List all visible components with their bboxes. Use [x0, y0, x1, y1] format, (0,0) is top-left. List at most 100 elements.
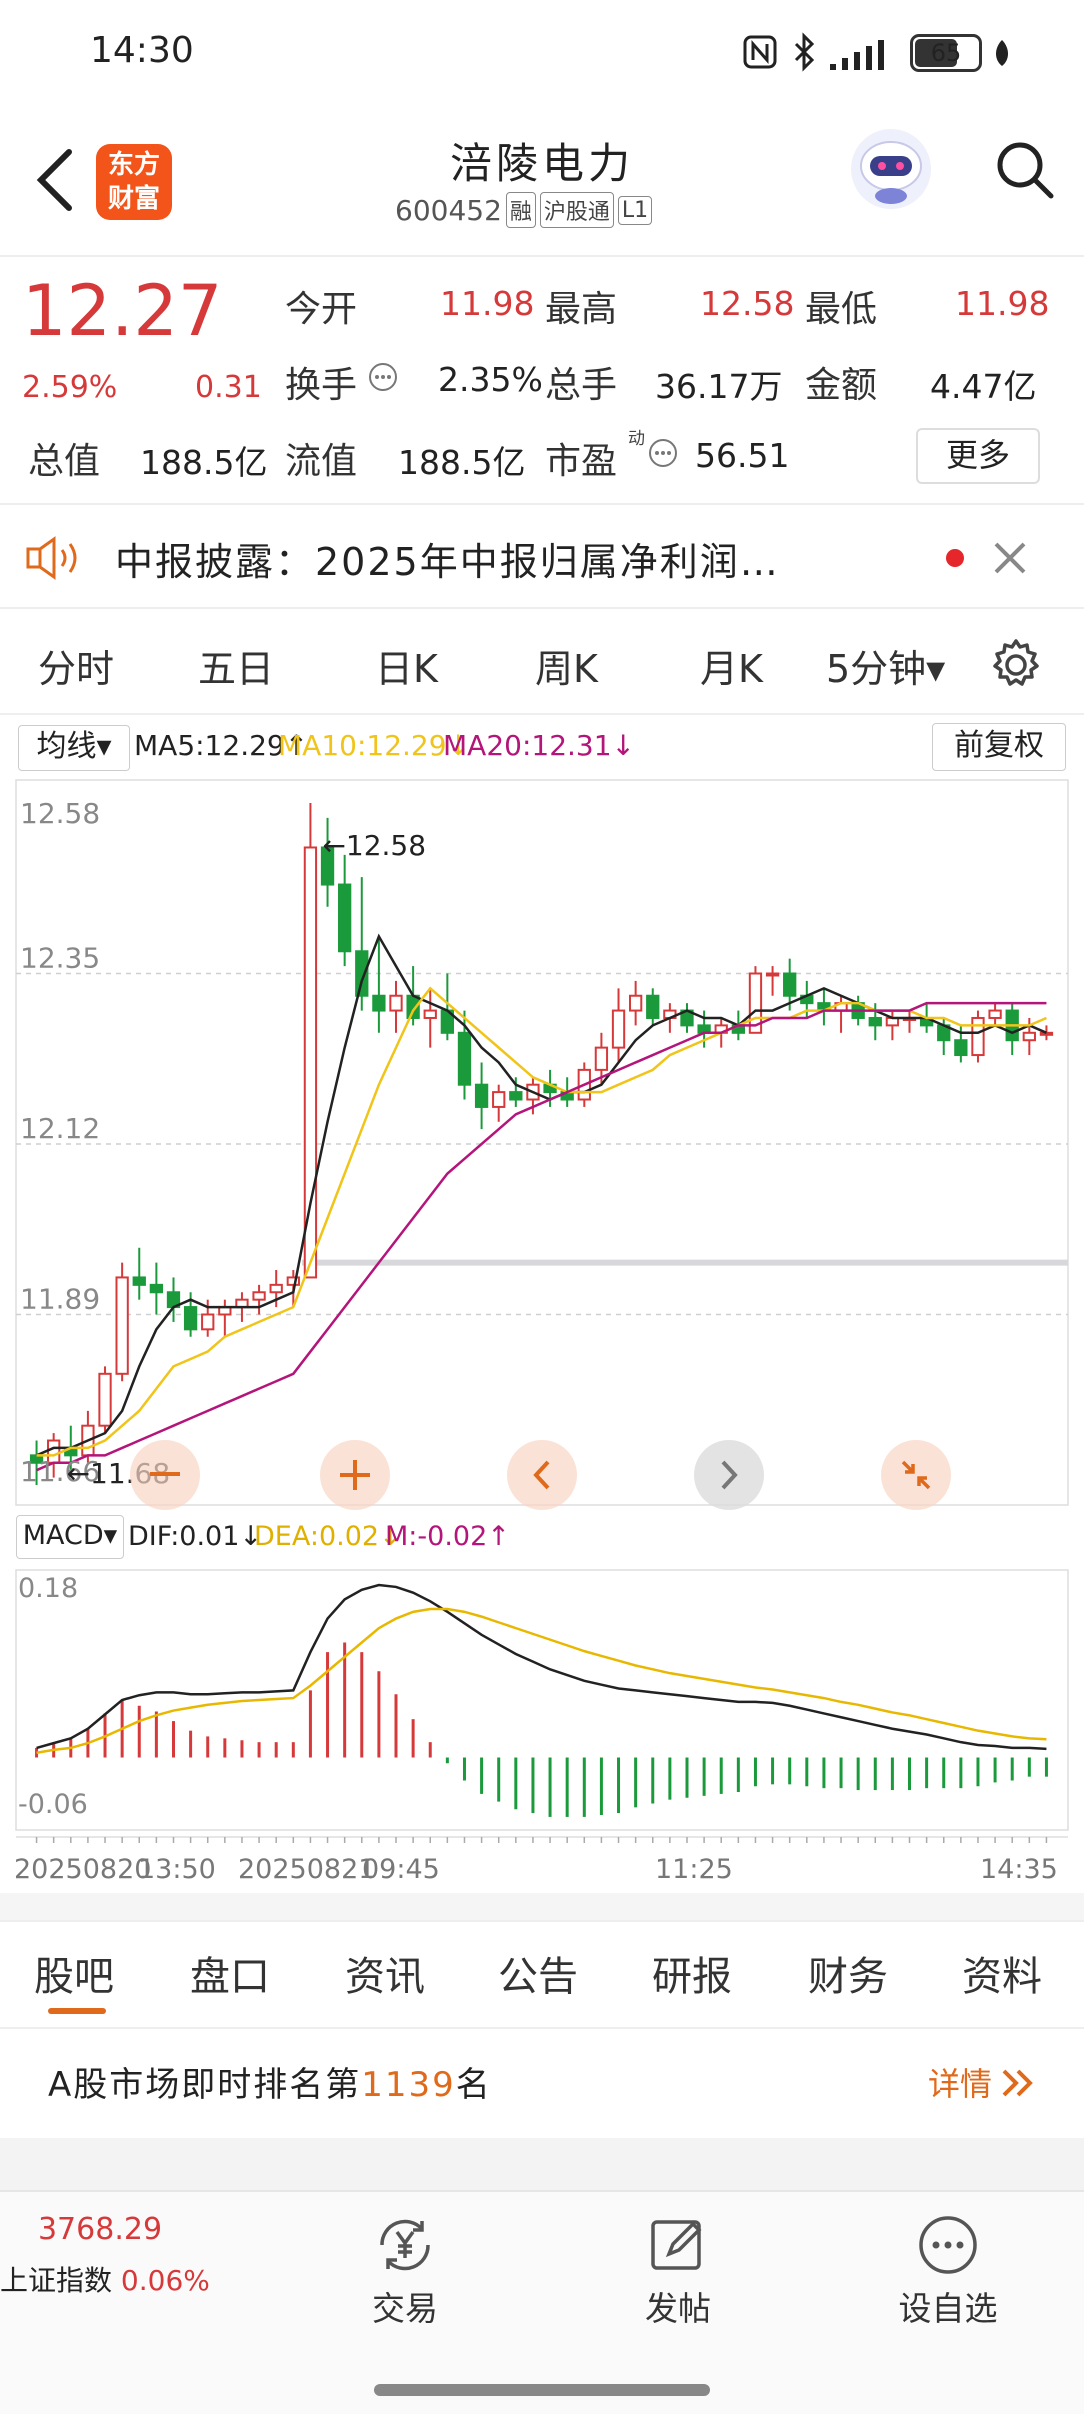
rank-row[interactable]: A股市场即时排名第1139名 详情: [0, 2027, 1084, 2137]
info-dots-icon[interactable]: [368, 362, 398, 392]
mktcap-label: 总值: [28, 441, 101, 482]
candle: [1005, 1003, 1019, 1056]
kline-chart[interactable]: 12.5812.3512.1211.8911.66←12.58←11.68 0.…: [0, 715, 1084, 1920]
candle-body: [98, 1372, 112, 1427]
macd-frame: [15, 1569, 1069, 1831]
x-tick-label: 11:25: [655, 1854, 733, 1885]
ma20-line: [36, 1001, 1047, 1472]
x-tick-label: 14:35: [980, 1854, 1058, 1885]
tab-week-k[interactable]: 周K: [535, 638, 598, 693]
index-change: 0.06%: [120, 2264, 210, 2297]
collapse-button[interactable]: [881, 1440, 951, 1510]
nav-trade[interactable]: 交易: [305, 2212, 505, 2330]
scroll-left-button[interactable]: [507, 1440, 577, 1510]
turnover-label: 换手: [285, 365, 358, 406]
dea-line: [36, 1607, 1047, 1754]
content-tabs: 股吧 盘口 资讯 公告 研报 财务 资料: [0, 1920, 1084, 2029]
zoom-in-button[interactable]: [320, 1440, 390, 1510]
signal-icon: [828, 36, 898, 72]
candle-body: [765, 972, 780, 977]
edit-icon: [651, 2220, 702, 2270]
candle-body: [372, 994, 386, 1012]
more-button[interactable]: 更多: [916, 428, 1040, 484]
bottom-nav: 3768.29 上证指数 0.06% 交易 发帖 设自选: [0, 2190, 1084, 2414]
chart-settings-button[interactable]: [985, 634, 1047, 696]
stock-code: 600452: [395, 193, 502, 227]
candle: [372, 936, 386, 1033]
tag-margin: 融: [505, 192, 536, 228]
candle: [817, 988, 831, 1026]
nav-post[interactable]: 发帖: [578, 2212, 778, 2330]
candle-body: [115, 1276, 129, 1375]
battery-level: 65: [930, 39, 962, 67]
dif-line: [36, 1583, 1047, 1751]
battery-icon: 65: [910, 34, 982, 72]
high-value: 12.58: [700, 284, 795, 323]
tag-connect: 沪股通: [539, 192, 614, 228]
m-legend: M:-0.02↑: [385, 1521, 510, 1552]
pe-sup: 动: [628, 429, 645, 449]
chevron-right-icon: [721, 1460, 738, 1490]
search-button[interactable]: [985, 130, 1065, 210]
tab-profile[interactable]: 资料: [962, 1944, 1042, 2002]
period-tabs: 分时 五日 日K 周K 月K 5分钟▾: [0, 608, 1084, 715]
pe-value: 56.51: [695, 436, 790, 475]
search-icon: [997, 142, 1054, 199]
chart-bottom-band: [0, 1893, 1084, 1920]
candle-body: [611, 1009, 626, 1049]
tab-announcements[interactable]: 公告: [498, 1944, 578, 2002]
kline-frame: [15, 779, 1069, 1506]
candle-body: [509, 1091, 523, 1101]
high-label: 最高: [545, 289, 618, 330]
candle-body: [338, 883, 352, 953]
notice-bar[interactable]: 中报披露：2025年中报归属净利润…: [0, 505, 1084, 609]
tab-pankou[interactable]: 盘口: [190, 1944, 270, 2002]
speaker-icon: [24, 535, 84, 581]
change-abs: 0.31: [195, 370, 262, 405]
macd-tick-label: -0.06: [18, 1789, 88, 1820]
candle: [98, 1366, 112, 1434]
active-tab-indicator: [48, 2008, 106, 2014]
unread-dot: [946, 549, 964, 567]
stock-code-row: 600452 融 沪股通 L1: [395, 188, 695, 232]
nfc-icon: [742, 34, 778, 70]
bluetooth-icon: [790, 32, 820, 72]
nav-watchlist[interactable]: 设自选: [848, 2212, 1048, 2330]
candle-body: [149, 1283, 164, 1294]
tab-day-k[interactable]: 日K: [375, 638, 438, 693]
tab-5min[interactable]: 5分钟▾: [826, 638, 945, 693]
status-bar: 14:30 65: [0, 0, 1084, 110]
index-ticker[interactable]: 3768.29 上证指数 0.06%: [0, 2212, 210, 2299]
candle-body: [252, 1291, 266, 1301]
scroll-right-button[interactable]: [694, 1440, 764, 1510]
tab-five-day[interactable]: 五日: [198, 638, 274, 693]
candle: [338, 854, 352, 967]
plus-icon: [340, 1460, 370, 1490]
nav-watchlist-label: 设自选: [898, 2289, 998, 2328]
macd-selector[interactable]: MACD▾: [16, 1515, 124, 1559]
quote-panel: 12.27 2.59% 0.31 今开 11.98 最高 12.58 最低 11…: [0, 258, 1084, 505]
tab-finance[interactable]: 财务: [808, 1944, 888, 2002]
minus-icon: [150, 1472, 180, 1476]
volume-value: 36.17万: [655, 367, 783, 406]
more-dots-icon: [919, 2216, 977, 2274]
pe-info-icon[interactable]: [648, 438, 678, 468]
candle: [149, 1262, 164, 1315]
candle-body: [594, 1046, 609, 1071]
dea-legend: DEA:0.02↓: [254, 1521, 402, 1552]
tab-month-k[interactable]: 月K: [700, 638, 763, 693]
rank-detail-link[interactable]: 详情: [928, 2059, 992, 2105]
robot-assistant-icon[interactable]: [848, 126, 934, 212]
candle-body: [286, 1276, 300, 1286]
tab-news[interactable]: 资讯: [345, 1944, 425, 2002]
status-time: 14:30: [90, 30, 194, 71]
tab-timeshare[interactable]: 分时: [38, 638, 114, 693]
close-notice-button[interactable]: [985, 533, 1035, 583]
tab-research[interactable]: 研报: [652, 1944, 732, 2002]
candle-body: [1039, 1031, 1054, 1036]
candle-body: [988, 1009, 1002, 1019]
low-label: 最低: [805, 289, 878, 330]
zoom-out-button[interactable]: [130, 1440, 200, 1510]
section-divider: [0, 2138, 1084, 2190]
tab-guba[interactable]: 股吧: [34, 1944, 114, 2002]
